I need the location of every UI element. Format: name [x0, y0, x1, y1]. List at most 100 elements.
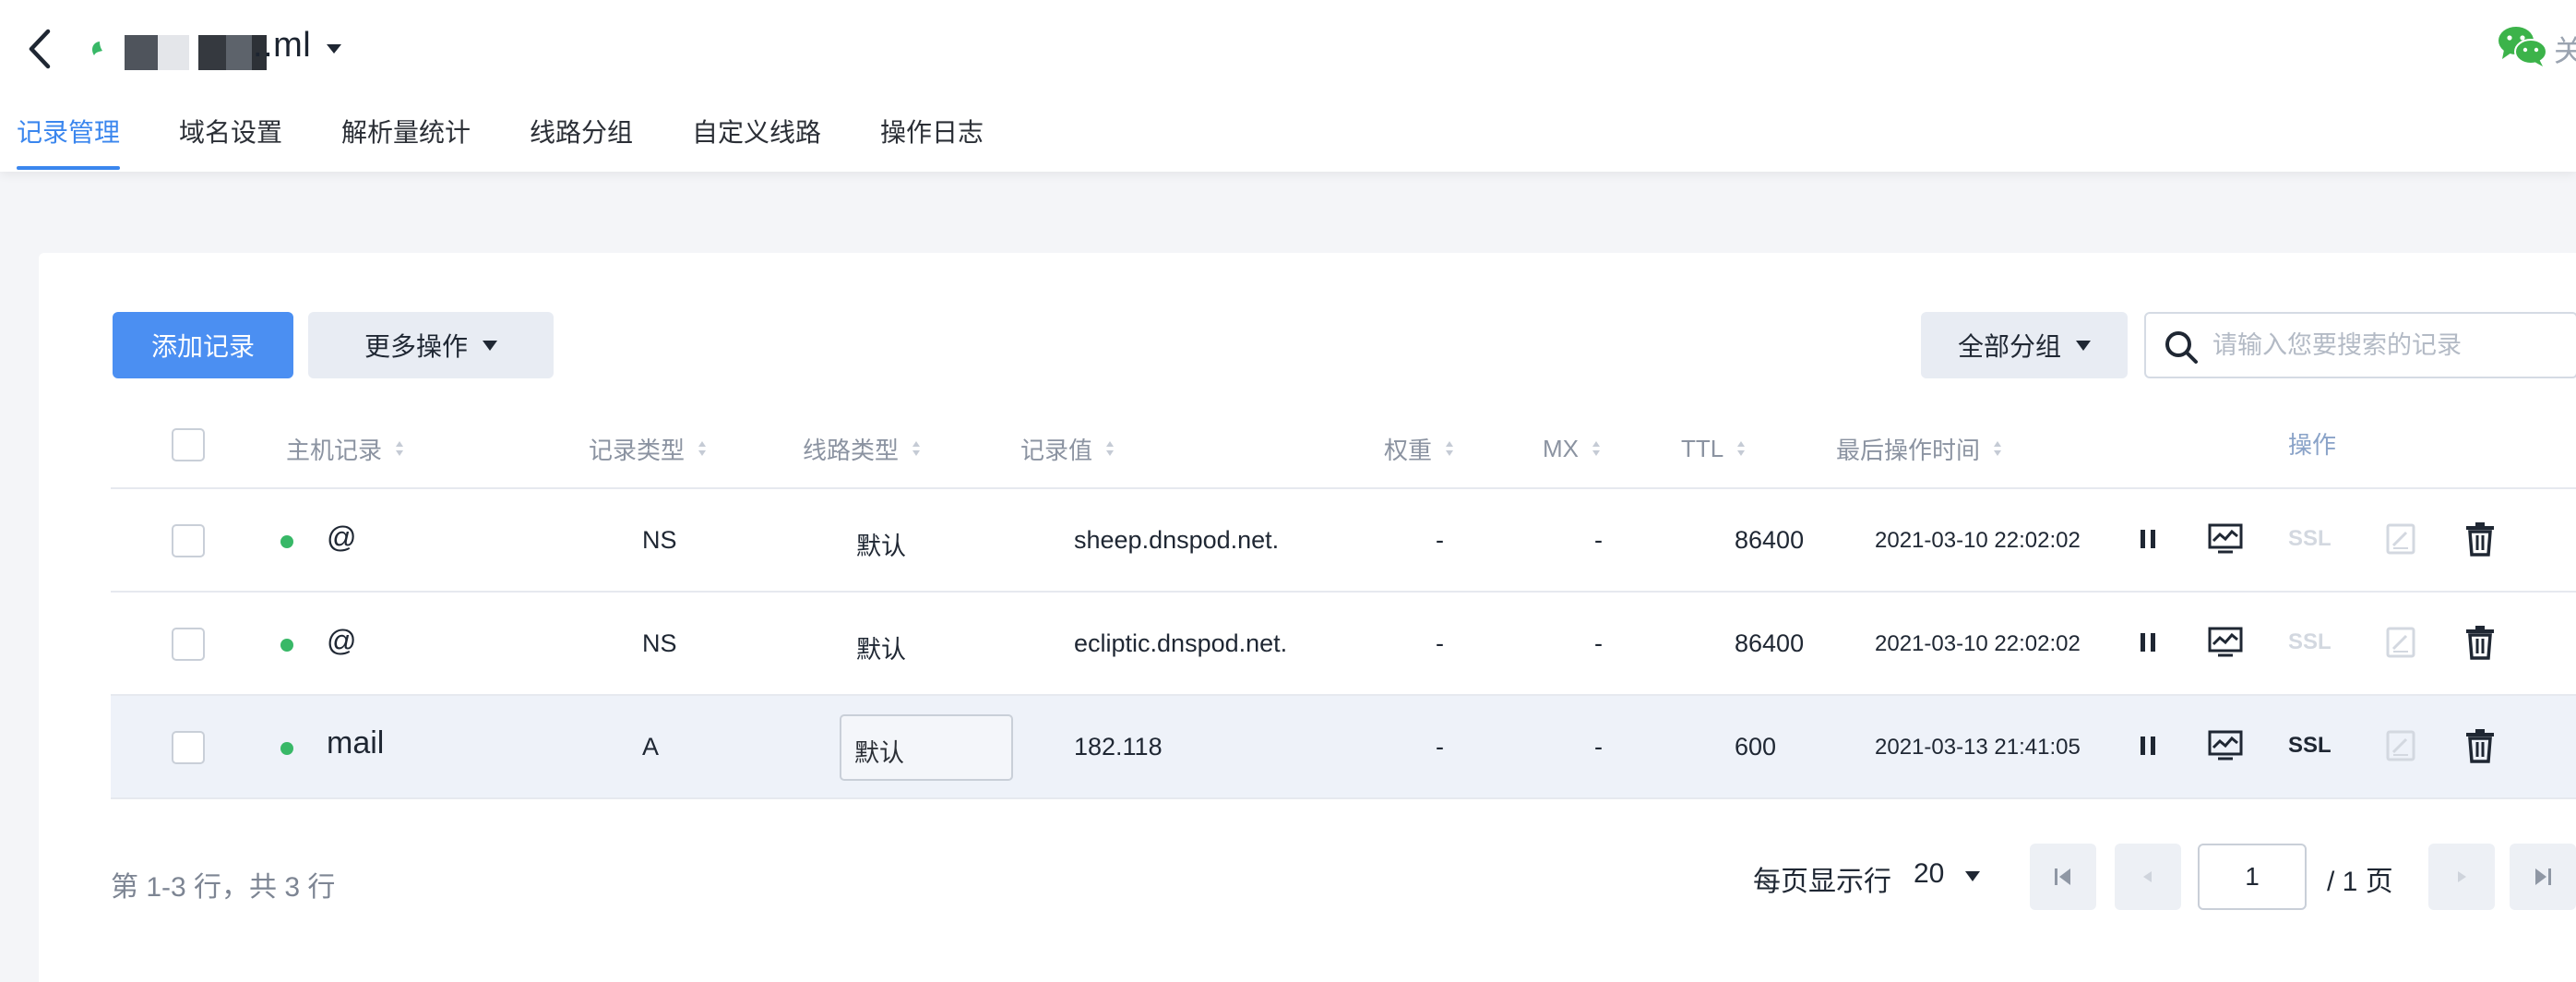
tab-custom-lines[interactable]: 自定义线路	[692, 111, 821, 172]
back-arrow-icon[interactable]	[24, 28, 57, 70]
table-row[interactable]: @ NS 默认 sheep.dnspod.net. - - 86400 2021…	[111, 489, 2576, 591]
total-pages: / 1 页	[2327, 867, 2393, 897]
host-cell: mail	[327, 725, 385, 760]
row-checkbox[interactable]	[172, 524, 205, 557]
pause-icon[interactable]	[2129, 727, 2166, 764]
sort-icon	[1737, 441, 1746, 456]
sort-icon	[1106, 441, 1115, 456]
type-cell: A	[642, 733, 660, 760]
last-page-icon	[2535, 868, 2551, 885]
updated-cell: 2021-03-13 21:41:05	[1875, 735, 2081, 760]
updated-cell: 2021-03-10 22:02:02	[1875, 528, 2081, 553]
line-cell: 默认	[856, 533, 906, 560]
column-header-host[interactable]: 主机记录	[286, 430, 404, 467]
column-header-line[interactable]: 线路类型	[803, 430, 921, 467]
wechat-follow-text[interactable]: 关	[2554, 28, 2576, 70]
value-cell: 182.118	[1074, 733, 1163, 760]
pause-icon[interactable]	[2129, 624, 2166, 661]
tab-operation-log[interactable]: 操作日志	[880, 111, 984, 172]
row-checkbox[interactable]	[172, 731, 205, 764]
domain-status-icon	[92, 42, 102, 55]
all-groups-dropdown[interactable]: 全部分组	[1921, 312, 2128, 378]
page-size-select[interactable]: 20	[1914, 858, 1944, 890]
mx-cell: -	[1594, 526, 1603, 554]
monitor-icon[interactable]	[2207, 521, 2244, 557]
mx-cell: -	[1594, 733, 1603, 760]
page-size-label: 每页显示行	[1753, 867, 1891, 897]
page-number-input[interactable]	[2198, 844, 2307, 910]
pagination-summary: 第 1-3 行，共 3 行	[111, 872, 336, 903]
sort-icon	[1994, 441, 2002, 456]
column-header-ttl[interactable]: TTL	[1681, 430, 1746, 467]
sort-icon	[396, 441, 404, 456]
caret-down-icon[interactable]	[1965, 871, 1980, 881]
ttl-cell: 86400	[1735, 526, 1805, 554]
ttl-cell: 600	[1735, 733, 1777, 760]
trash-icon[interactable]	[2462, 521, 2498, 557]
column-label: 主机记录	[286, 436, 383, 464]
ssl-button[interactable]: SSL	[2288, 733, 2332, 759]
edit-note-icon[interactable]	[2382, 521, 2419, 557]
edit-note-icon[interactable]	[2382, 727, 2419, 764]
more-actions-button[interactable]: 更多操作	[308, 312, 554, 378]
weight-cell: -	[1436, 526, 1444, 554]
caret-down-icon	[483, 340, 497, 351]
weight-cell: -	[1436, 629, 1444, 657]
prev-page-icon	[2143, 871, 2152, 882]
row-divider	[111, 797, 2576, 799]
value-cell: sheep.dnspod.net.	[1074, 526, 1280, 554]
select-all-checkbox[interactable]	[172, 428, 205, 461]
host-cell: @	[327, 624, 357, 657]
column-label: 记录类型	[589, 436, 686, 464]
next-page-button[interactable]	[2428, 844, 2495, 910]
tab-record-management[interactable]: 记录管理	[17, 111, 121, 172]
domain-name-suffix: ..ml	[253, 26, 312, 65]
status-dot-icon	[280, 639, 293, 652]
add-record-button[interactable]: 添加记录	[113, 312, 293, 378]
ssl-button[interactable]: SSL	[2288, 629, 2332, 655]
search-icon[interactable]	[2163, 329, 2200, 365]
status-dot-icon	[280, 535, 293, 548]
search-box	[2144, 312, 2576, 378]
sort-icon	[1592, 441, 1600, 456]
edit-note-icon[interactable]	[2382, 624, 2419, 661]
records-card: 添加记录 更多操作 全部分组 主机记录 记录类型 线路类型 记录值 权重 MX	[39, 253, 2576, 982]
column-label: TTL	[1681, 434, 1724, 462]
column-header-actions: 操作	[2288, 430, 2337, 459]
monitor-icon[interactable]	[2207, 624, 2244, 661]
column-header-weight[interactable]: 权重	[1384, 430, 1454, 467]
ssl-button[interactable]: SSL	[2288, 526, 2332, 552]
sort-icon	[912, 441, 921, 456]
monitor-icon[interactable]	[2207, 727, 2244, 764]
column-label: 权重	[1384, 436, 1433, 464]
sort-icon	[698, 441, 707, 456]
pause-icon[interactable]	[2129, 521, 2166, 557]
tab-resolution-stats[interactable]: 解析量统计	[341, 111, 471, 172]
trash-icon[interactable]	[2462, 624, 2498, 661]
row-checkbox[interactable]	[172, 628, 205, 661]
tab-line-groups[interactable]: 线路分组	[530, 111, 633, 172]
host-cell: @	[327, 521, 357, 554]
sort-icon	[1446, 441, 1454, 456]
tab-domain-settings[interactable]: 域名设置	[179, 111, 282, 172]
column-label: 线路类型	[803, 436, 900, 464]
first-page-button[interactable]	[2030, 844, 2096, 910]
table-row[interactable]: mail A 默认 182.118 - - 600 2021-03-13 21:…	[111, 696, 2576, 797]
prev-page-button[interactable]	[2115, 844, 2181, 910]
column-header-type[interactable]: 记录类型	[589, 430, 707, 467]
table-row[interactable]: @ NS 默认 ecliptic.dnspod.net. - - 86400 2…	[111, 593, 2576, 694]
column-label: 最后操作时间	[1836, 436, 1981, 464]
wechat-icon[interactable]	[2497, 24, 2548, 68]
caret-down-icon[interactable]	[325, 42, 343, 55]
trash-icon[interactable]	[2462, 727, 2498, 764]
weight-cell: -	[1436, 733, 1444, 760]
line-select[interactable]: 默认	[840, 714, 1013, 781]
all-groups-label: 全部分组	[1957, 332, 2061, 361]
last-page-button[interactable]	[2510, 844, 2576, 910]
status-dot-icon	[280, 742, 293, 755]
column-header-value[interactable]: 记录值	[1020, 430, 1115, 467]
value-cell: ecliptic.dnspod.net.	[1074, 629, 1288, 657]
column-header-mx[interactable]: MX	[1543, 430, 1601, 467]
search-input[interactable]	[2212, 314, 2572, 377]
column-header-updated[interactable]: 最后操作时间	[1836, 430, 2002, 467]
